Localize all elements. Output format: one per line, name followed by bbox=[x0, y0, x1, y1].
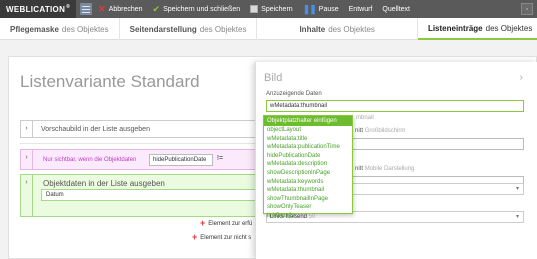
condition-label: Nur sichtbar, wenn die Objektdaten bbox=[43, 157, 137, 163]
crop-label: nitt bbox=[355, 166, 364, 172]
save-and-close-button[interactable]: ✔ Speichern und schließen bbox=[152, 3, 241, 14]
placeholder-dropdown[interactable]: Objektplatzhalter einfügen objectLayout … bbox=[263, 115, 353, 219]
add-element-button-2[interactable]: + Element zur nicht s bbox=[192, 232, 251, 242]
chevron-down-icon: ▾ bbox=[515, 214, 519, 220]
disk-icon bbox=[250, 5, 259, 13]
dropdown-item[interactable]: wMetadata:title bbox=[264, 135, 352, 144]
add-element-button[interactable]: + Element zur erfü bbox=[200, 218, 252, 228]
toolbar: Weblication ® ✕ Abbrechen ✔ Speichern un… bbox=[0, 0, 537, 18]
divider bbox=[20, 143, 275, 144]
condition-field[interactable]: hidePublicationDate bbox=[149, 154, 213, 166]
tab-rest: des Objektes bbox=[61, 24, 109, 34]
dropdown-item[interactable]: wMetadata:thumbnail bbox=[264, 186, 352, 195]
tab-bold: Listeneinträge bbox=[427, 23, 483, 33]
menu-icon[interactable] bbox=[80, 3, 93, 15]
chevron-down-icon: ▾ bbox=[515, 186, 519, 192]
dropdown-item[interactable]: wMetadata:description bbox=[264, 160, 352, 169]
pause-label: Pause bbox=[318, 5, 339, 13]
chevron-right-icon[interactable]: › bbox=[21, 121, 33, 137]
crop-label: nitt bbox=[355, 128, 364, 134]
list-row-preview-image[interactable]: › Vorschaubild in der Liste ausgeben bbox=[20, 120, 275, 138]
dropdown-item[interactable]: showThumbnailInPage bbox=[264, 195, 352, 204]
dropdown-item[interactable]: linkDetails bbox=[264, 212, 352, 221]
add-label: Element zur erfü bbox=[208, 221, 253, 227]
dropdown-item[interactable]: wMetadata:keywords bbox=[264, 178, 352, 187]
chevron-right-icon[interactable]: › bbox=[520, 72, 523, 83]
condition-operator[interactable]: != bbox=[217, 155, 223, 162]
save-button[interactable]: Speichern bbox=[250, 5, 293, 13]
tab-rest: des Objektes bbox=[199, 24, 247, 34]
pause-icon: ❚❚ bbox=[302, 3, 317, 14]
tab-bold: Inhalte bbox=[299, 24, 326, 34]
dropdown-item[interactable]: showOnlyTeaser bbox=[264, 203, 352, 212]
cancel-button[interactable]: ✕ Abbrechen bbox=[98, 3, 143, 14]
panel-title: Bild bbox=[264, 72, 283, 84]
cancel-label: Abbrechen bbox=[108, 5, 143, 13]
row-label: Vorschaubild in der Liste ausgeben bbox=[41, 126, 150, 133]
data-field-hint: mbnail bbox=[356, 115, 374, 121]
dropdown-item[interactable]: Objektplatzhalter einfügen bbox=[264, 116, 352, 126]
tab-bold: Seitendarstellung bbox=[129, 24, 197, 34]
logo-registered-mark: ® bbox=[66, 3, 71, 10]
add-label: Element zur nicht s bbox=[200, 235, 252, 241]
list-row-condition[interactable]: › Nur sichtbar, wenn die Objektdaten hid… bbox=[20, 149, 275, 170]
save-close-icon: ✔ bbox=[152, 3, 161, 14]
row-label: Objektdaten in der Liste ausgeben bbox=[43, 179, 165, 188]
crop-desktop-label: nitt Großbildschirm bbox=[355, 128, 405, 134]
chevron-right-icon[interactable]: › bbox=[21, 150, 33, 169]
logo-text: Weblication bbox=[6, 4, 66, 14]
source-button[interactable]: Quelltext bbox=[382, 6, 410, 13]
dropdown-item[interactable]: hidePublicationDate bbox=[264, 152, 352, 161]
plus-icon: + bbox=[192, 232, 198, 242]
crop-mobile-label: nitt Mobile Darstellung bbox=[355, 166, 414, 172]
dropdown-item[interactable]: showDescriptionInPage bbox=[264, 169, 352, 178]
date-element[interactable]: Datum bbox=[41, 189, 273, 201]
dropdown-item[interactable]: wMetadata:publicationTime bbox=[264, 143, 352, 152]
tab-seitendarstellung[interactable]: Seitendarstellung des Objektes bbox=[120, 18, 258, 40]
source-label: Quelltext bbox=[382, 5, 410, 13]
page-title: Listenvariante Standard bbox=[20, 72, 200, 91]
draft-label: Entwurf bbox=[348, 5, 373, 13]
tab-rest: des Objektes bbox=[485, 23, 533, 33]
chevron-right-icon[interactable]: › bbox=[21, 175, 33, 216]
close-icon: ✕ bbox=[98, 3, 106, 14]
pause-button[interactable]: ❚❚ Pause bbox=[302, 3, 339, 14]
dropdown-item[interactable]: objectLayout bbox=[264, 126, 352, 135]
crop-mobile-hint: Mobile Darstellung bbox=[364, 166, 415, 172]
app-logo[interactable]: Weblication ® bbox=[0, 0, 77, 18]
list-row-object-data[interactable]: › Objektdaten in der Liste ausgeben Datu… bbox=[20, 174, 275, 217]
crop-desktop-hint: Großbildschirm bbox=[364, 128, 406, 134]
save-label: Speichern bbox=[261, 5, 293, 13]
save-close-label: Speichern und schließen bbox=[163, 5, 241, 13]
data-field-label: Anzuzeigende Daten bbox=[266, 91, 322, 97]
tab-rest: des Objektes bbox=[328, 24, 375, 34]
plus-icon: + bbox=[200, 218, 206, 228]
data-field-input[interactable]: wMetadata:thumbnail bbox=[266, 100, 524, 112]
window-icon[interactable]: ▫ bbox=[521, 3, 533, 15]
tab-listeneintraege[interactable]: Listeneinträge des Objektes bbox=[417, 18, 537, 40]
tab-inhalte[interactable]: Inhalte des Objektes bbox=[257, 18, 418, 40]
object-tabs: Pflegemaske des Objektes Seitendarstellu… bbox=[0, 18, 537, 40]
tab-pflegemaske[interactable]: Pflegemaske des Objektes bbox=[0, 18, 120, 40]
draft-button[interactable]: Entwurf bbox=[349, 6, 373, 13]
tab-bold: Pflegemaske bbox=[10, 24, 59, 34]
